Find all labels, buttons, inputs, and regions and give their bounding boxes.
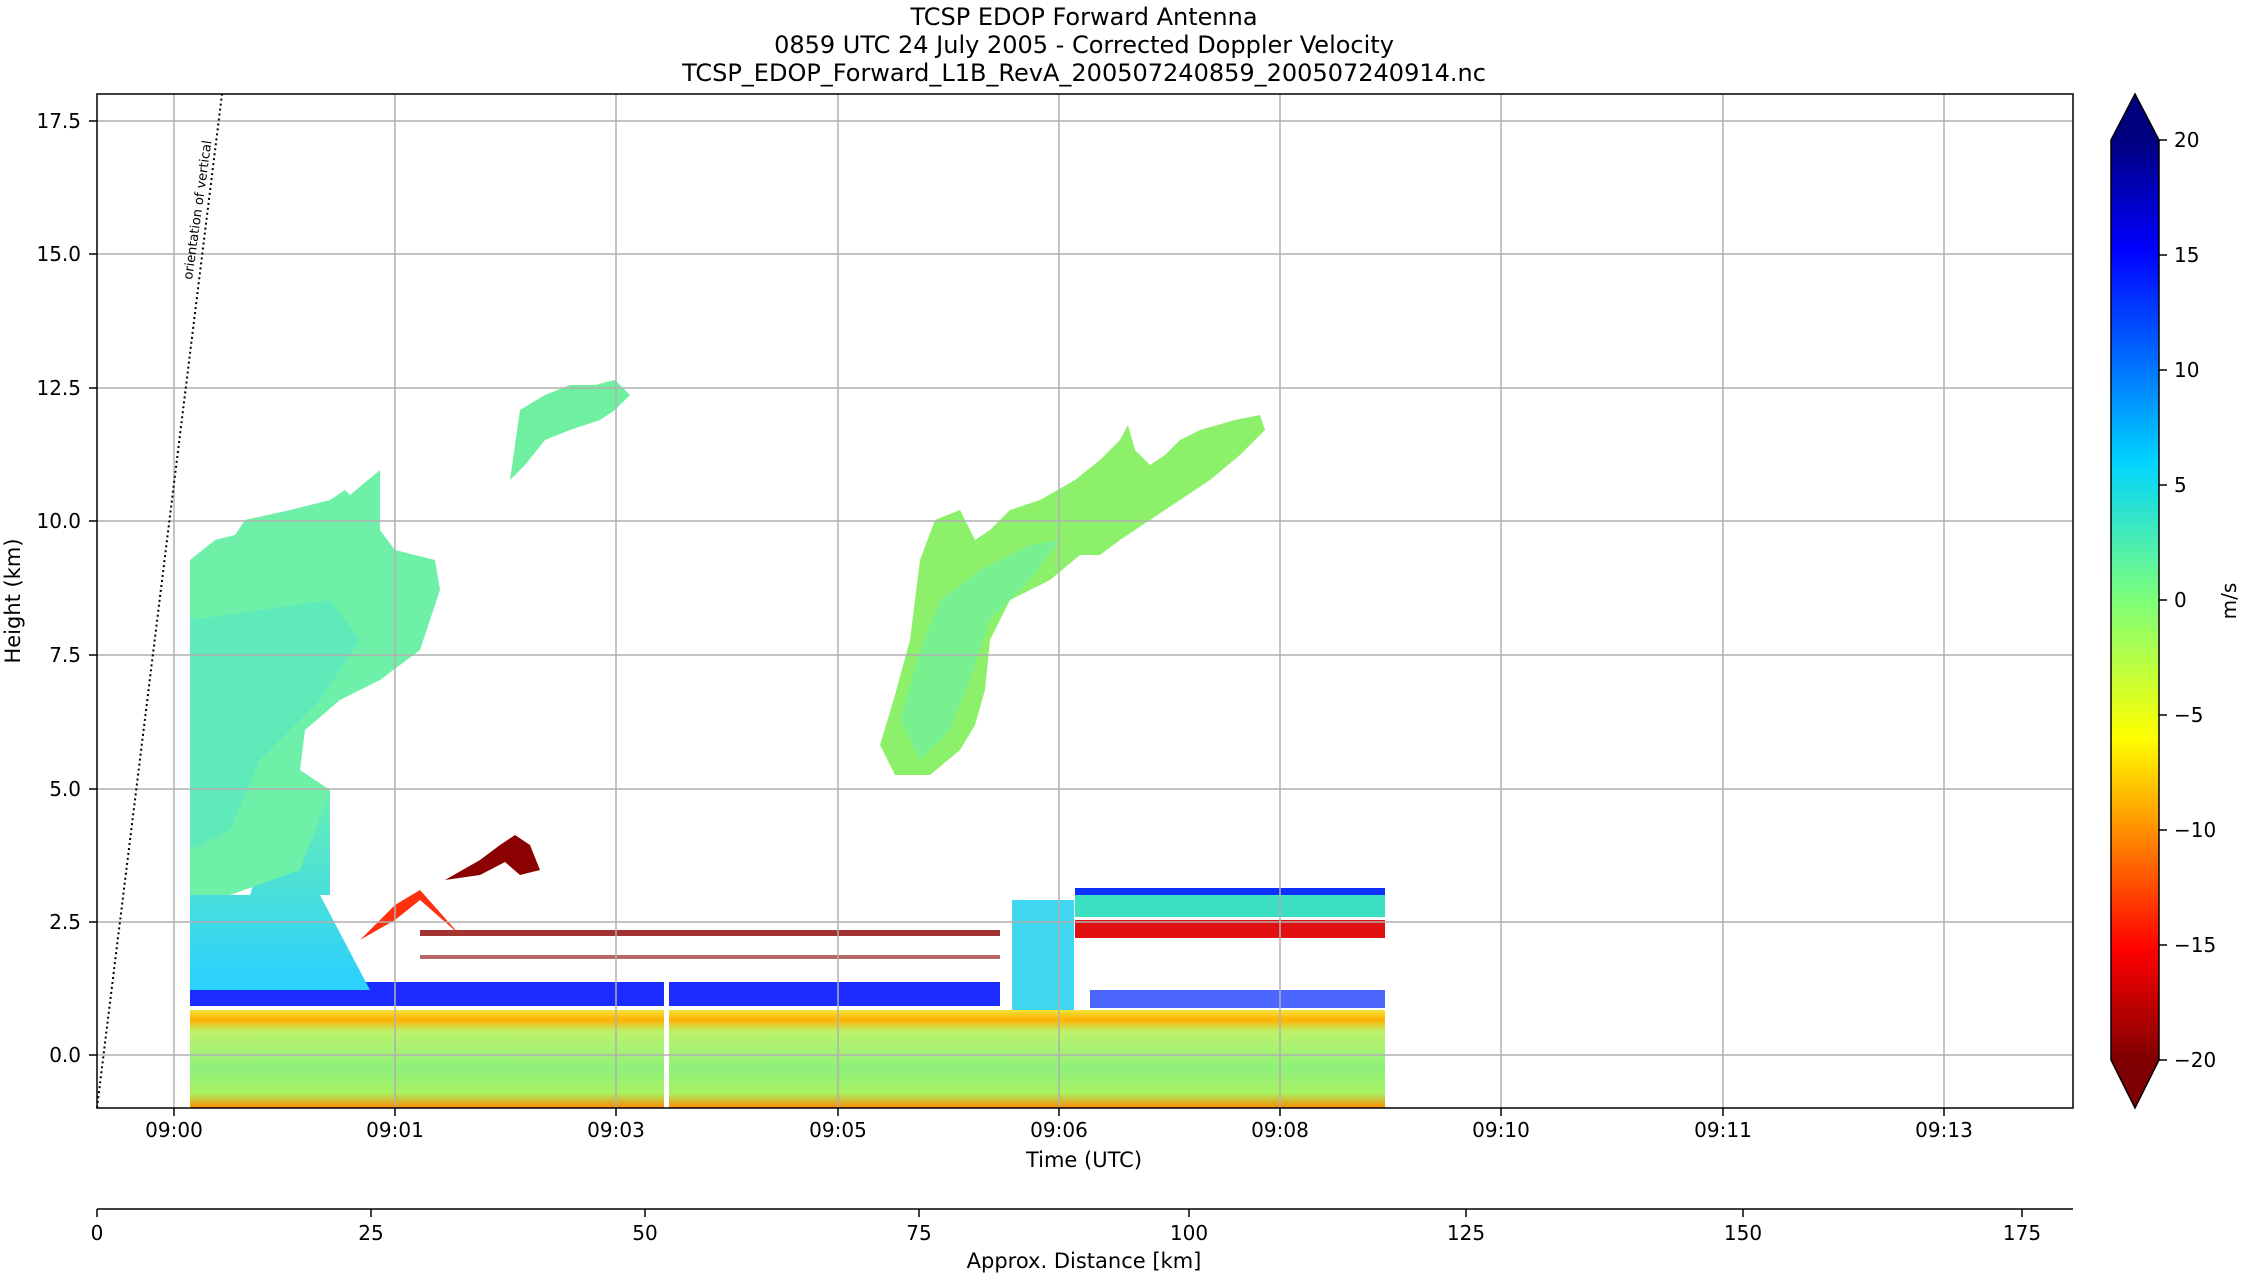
distance-tick-label: 150 <box>1724 1221 1762 1245</box>
distance-tick-labels: 0 25 50 75 100 125 150 175 <box>91 1221 2041 1245</box>
y-tick-label: 2.5 <box>49 910 81 934</box>
y-axis-label: Height (km) <box>1 538 25 663</box>
colorbar-tick-label: 0 <box>2174 588 2187 612</box>
low-layer-echo <box>190 1010 1385 1108</box>
x-tick-labels: 09:00 09:01 09:03 09:05 09:06 09:08 09:1… <box>145 1118 1973 1142</box>
x-tick-label: 09:06 <box>1030 1118 1088 1142</box>
colorbar-tick-label: 10 <box>2174 358 2199 382</box>
y-tick-labels: 0.0 2.5 5.0 7.5 10.0 12.5 15.0 17.5 <box>36 109 81 1067</box>
y-axis-ticks <box>89 120 97 1056</box>
x-tick-label: 09:10 <box>1472 1118 1530 1142</box>
x-tick-label: 09:11 <box>1694 1118 1752 1142</box>
colorbar-tick-label: 20 <box>2174 128 2199 152</box>
colorbar-tick-label: 15 <box>2174 243 2199 267</box>
colorbar-tick-label: −20 <box>2174 1048 2216 1072</box>
colorbar-min-extend <box>2111 1060 2159 1108</box>
colorbar-tick-label: 5 <box>2174 473 2187 497</box>
distance-tick-label: 75 <box>906 1221 931 1245</box>
y-tick-label: 17.5 <box>36 109 81 133</box>
x-axis-label: Time (UTC) <box>1025 1148 1142 1172</box>
distance-tick-label: 175 <box>2003 1221 2041 1245</box>
melting-layer-top <box>1075 888 1385 895</box>
distance-axis-label: Approx. Distance [km] <box>967 1249 1202 1273</box>
distance-tick-label: 50 <box>632 1221 657 1245</box>
melting-layer-green <box>1075 895 1385 917</box>
y-tick-label: 12.5 <box>36 376 81 400</box>
dark-red-streaks-2 <box>420 955 1000 959</box>
data-gap <box>664 975 669 1108</box>
x-axis-ticks <box>173 1108 1945 1116</box>
colorbar-tick-labels: 20 15 10 5 0 −5 −10 −15 −20 <box>2174 128 2216 1072</box>
distance-axis-ticks <box>96 1209 2023 1217</box>
colorbar-ticks <box>2159 139 2167 1061</box>
x-tick-label: 09:08 <box>1251 1118 1309 1142</box>
x-tick-label: 09:00 <box>145 1118 203 1142</box>
x-tick-label: 09:03 <box>587 1118 645 1142</box>
colorbar-max-extend <box>2111 94 2159 140</box>
x-tick-label: 09:13 <box>1915 1118 1973 1142</box>
colorbar-tick-label: −5 <box>2174 703 2203 727</box>
y-tick-label: 7.5 <box>49 643 81 667</box>
y-tick-label: 15.0 <box>36 242 81 266</box>
chart-title: TCSP EDOP Forward Antenna <box>909 3 1257 31</box>
echo-layers <box>190 380 1385 1108</box>
chart-subtitle: 0859 UTC 24 July 2005 - Corrected Dopple… <box>774 31 1394 59</box>
brown-arch <box>445 835 540 880</box>
x-tick-label: 09:01 <box>366 1118 424 1142</box>
distance-tick-label: 125 <box>1447 1221 1485 1245</box>
colorbar-body <box>2111 140 2159 1060</box>
blue-bright-band-right <box>1090 990 1385 1008</box>
y-tick-label: 10.0 <box>36 509 81 533</box>
figure: TCSP EDOP Forward Antenna 0859 UTC 24 Ju… <box>1 3 2241 1273</box>
y-tick-label: 5.0 <box>49 777 81 801</box>
x-tick-label: 09:05 <box>809 1118 867 1142</box>
cyan-column <box>1012 900 1074 1010</box>
colorbar-tick-label: −15 <box>2174 933 2216 957</box>
distance-tick-label: 25 <box>358 1221 383 1245</box>
orientation-label: orientation of vertical <box>181 139 215 280</box>
chart-filename: TCSP_EDOP_Forward_L1B_RevA_200507240859_… <box>681 59 1486 87</box>
upper-small-cloud <box>510 380 630 480</box>
colorbar: 20 15 10 5 0 −5 −10 −15 −20 m/s <box>2110 92 2241 1110</box>
colorbar-label: m/s <box>2217 583 2241 620</box>
dark-red-streaks <box>420 930 1000 936</box>
distance-tick-label: 0 <box>91 1221 104 1245</box>
distance-tick-label: 100 <box>1170 1221 1208 1245</box>
y-tick-label: 0.0 <box>49 1043 81 1067</box>
colorbar-tick-label: −10 <box>2174 818 2216 842</box>
